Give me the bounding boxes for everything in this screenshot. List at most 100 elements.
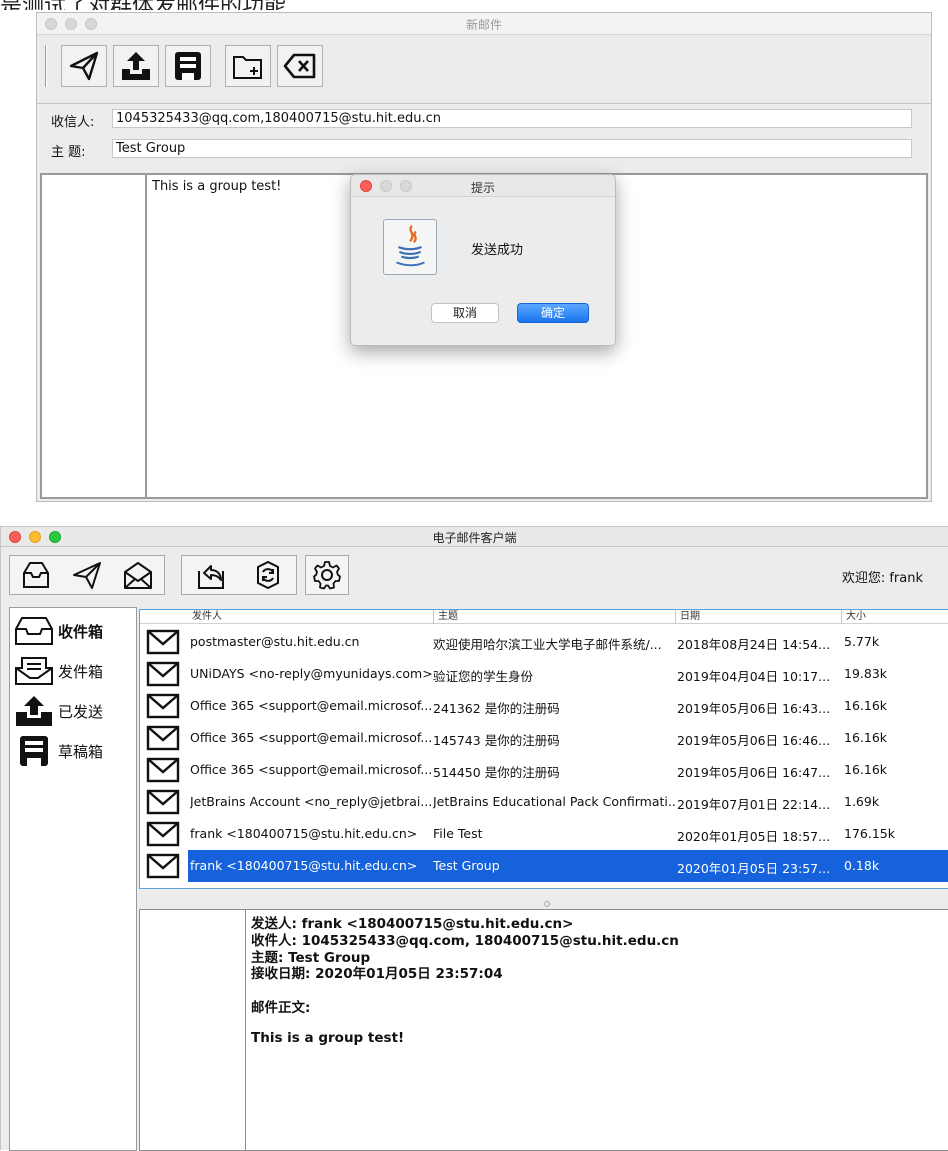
send-button[interactable] (61, 45, 107, 87)
column-header-from[interactable]: 发件人 (188, 610, 434, 624)
envelope-icon (146, 788, 180, 816)
dialog-titlebar: 提示 (351, 175, 615, 197)
compose-titlebar: 新邮件 (37, 13, 931, 35)
cell-date: 2019年05月06日 16:46... (677, 733, 831, 748)
detail-attachment-panel (140, 910, 246, 1150)
table-row[interactable]: frank <180400715@stu.hit.edu.cn> Test Gro… (140, 850, 948, 882)
message-list-header: 发件人 主题 日期 大小 (140, 610, 948, 624)
detail-date: 接收日期: 2020年01月05日 23:57:04 (251, 966, 503, 982)
sidebar-item-label: 草稿箱 (58, 742, 104, 761)
cell-from: frank <180400715@stu.hit.edu.cn> (190, 826, 418, 841)
ok-button[interactable]: 确定 (517, 303, 589, 323)
cell-size: 1.69k (844, 794, 880, 809)
cell-subject: JetBrains Educational Pack Confirmati... (433, 794, 675, 809)
split-handle[interactable] (544, 901, 550, 907)
cell-date: 2020年01月05日 18:57... (677, 829, 831, 844)
clear-button[interactable] (277, 45, 323, 87)
table-row[interactable]: postmaster@stu.hit.edu.cn 欢迎使用哈尔滨工业大学电子邮件… (140, 626, 948, 658)
cell-subject: 验证您的学生身份 (433, 669, 534, 684)
column-header-subject[interactable]: 主题 (434, 610, 676, 624)
envelope-icon (146, 756, 180, 784)
cell-size: 5.77k (844, 634, 880, 649)
envelope-icon (146, 692, 180, 720)
client-title: 电子邮件客户端 (432, 531, 517, 545)
dialog-title: 提示 (470, 181, 495, 195)
detail-body-text: This is a group test! (251, 1030, 405, 1046)
compose-body-text[interactable]: This is a group test! (152, 179, 281, 194)
upload-icon (122, 52, 150, 80)
cancel-button[interactable]: 取消 (431, 303, 499, 323)
compose-title: 新邮件 (465, 18, 502, 32)
envelope-icon (146, 724, 180, 752)
java-icon (383, 219, 437, 275)
cell-size: 16.16k (844, 698, 888, 713)
cell-date: 2019年04月04日 10:17... (677, 669, 831, 684)
cell-size: 16.16k (844, 762, 888, 777)
cell-size: 19.83k (844, 666, 888, 681)
recipients-input[interactable]: 1045325433@qq.com,180400715@stu.hit.edu.… (112, 109, 912, 128)
cell-from: postmaster@stu.hit.edu.cn (190, 634, 360, 649)
outbox-icon (15, 657, 53, 685)
reply-icon[interactable] (195, 559, 227, 591)
table-row[interactable]: Office 365 <support@email.microsof... 145… (140, 722, 948, 754)
send-icon (69, 51, 99, 81)
subject-label: 主 题: (51, 145, 86, 160)
cell-date: 2019年05月06日 16:43... (677, 701, 831, 716)
cell-from: Office 365 <support@email.microsof... (190, 698, 433, 713)
cell-from: Office 365 <support@email.microsof... (190, 762, 433, 777)
sync-actions-group (181, 555, 297, 595)
cell-date: 2020年01月05日 23:57... (677, 861, 831, 876)
cell-from: frank <180400715@stu.hit.edu.cn> (190, 858, 418, 873)
cell-size: 176.15k (844, 826, 895, 841)
email-client-window: 电子邮件客户端 欢迎您: frank 收件箱 发件箱 已发送 草稿箱 发件人 主… (0, 526, 948, 1151)
cell-subject: File Test (433, 826, 483, 841)
page-caption: 是测试了对群体发邮件的功能 (0, 0, 948, 10)
envelope-icon (146, 820, 180, 848)
drafts-icon (20, 736, 48, 766)
save-draft-button[interactable] (165, 45, 211, 87)
welcome-text: 欢迎您: frank (841, 571, 923, 586)
subject-input[interactable]: Test Group (112, 139, 912, 158)
table-row[interactable]: JetBrains Account <no_reply@jetbrai... Je… (140, 786, 948, 818)
save-draft-icon (175, 52, 201, 80)
open-mail-icon[interactable] (122, 559, 154, 591)
cell-subject: 145743 是你的注册码 (433, 733, 560, 748)
column-header-date[interactable]: 日期 (676, 610, 842, 624)
cell-date: 2019年05月06日 16:47... (677, 765, 831, 780)
cell-subject: 欢迎使用哈尔滨工业大学电子邮件系统/... (433, 637, 662, 652)
cell-size: 0.18k (844, 858, 880, 873)
dialog-message: 发送成功 (471, 243, 524, 258)
divider (37, 103, 931, 104)
send-icon[interactable] (71, 559, 103, 591)
column-header-size[interactable]: 大小 (842, 610, 948, 624)
folder-sidebar: 收件箱 发件箱 已发送 草稿箱 (9, 607, 137, 1151)
sidebar-item-sent[interactable]: 已发送 (12, 694, 103, 728)
inbox-icon (15, 617, 53, 645)
cell-subject: 514450 是你的注册码 (433, 765, 560, 780)
add-attachment-button[interactable] (225, 45, 271, 87)
settings-button[interactable] (305, 555, 349, 595)
upload-button[interactable] (113, 45, 159, 87)
envelope-icon (146, 852, 180, 880)
client-toolbar: 欢迎您: frank (7, 551, 943, 605)
compose-toolbar (43, 41, 927, 97)
table-row[interactable]: UNiDAYS <no-reply@myunidays.com> 验证您的学生身份… (140, 658, 948, 690)
sidebar-item-outbox[interactable]: 发件箱 (12, 654, 103, 688)
table-row[interactable]: Office 365 <support@email.microsof... 514… (140, 754, 948, 786)
gear-icon (313, 561, 341, 590)
envelope-icon (146, 628, 180, 656)
compose-attachment-panel (42, 175, 147, 497)
message-detail: 发送人: frank <180400715@stu.hit.edu.cn> 收件… (139, 909, 948, 1151)
table-row[interactable]: frank <180400715@stu.hit.edu.cn> File Tes… (140, 818, 948, 850)
sidebar-item-drafts[interactable]: 草稿箱 (12, 734, 103, 768)
cell-date: 2018年08月24日 14:54... (677, 637, 831, 652)
inbox-icon[interactable] (20, 559, 52, 591)
client-titlebar: 电子邮件客户端 (1, 527, 948, 547)
sidebar-item-label: 发件箱 (58, 662, 104, 681)
cell-from: JetBrains Account <no_reply@jetbrai... (190, 794, 433, 809)
refresh-icon[interactable] (252, 559, 284, 591)
sidebar-item-inbox[interactable]: 收件箱 (12, 614, 103, 648)
detail-body-label: 邮件正文: (251, 1000, 311, 1016)
alert-dialog: 提示 发送成功 取消 确定 (350, 174, 616, 346)
table-row[interactable]: Office 365 <support@email.microsof... 241… (140, 690, 948, 722)
